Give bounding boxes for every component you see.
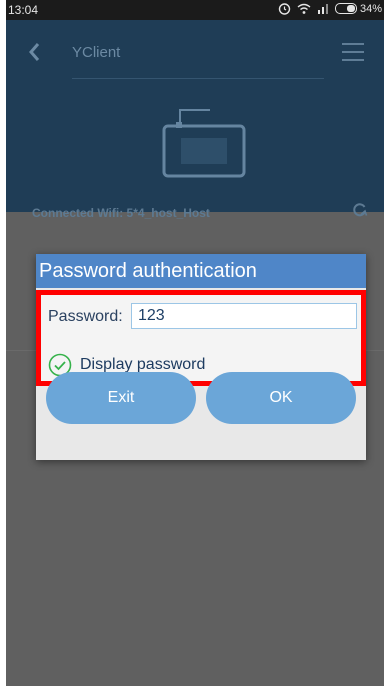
app-header: YClient xyxy=(6,20,384,90)
battery-indicator: 34% xyxy=(334,2,382,15)
battery-percent: 34% xyxy=(359,2,382,15)
status-time: 13:04 xyxy=(8,3,39,17)
ok-button[interactable]: OK xyxy=(206,372,356,424)
wifi-icon xyxy=(297,3,311,14)
menu-icon[interactable] xyxy=(342,43,364,61)
password-input[interactable] xyxy=(131,303,357,329)
status-bar: 13:04 34% xyxy=(6,0,384,20)
tablet-device-icon xyxy=(162,109,246,178)
connected-wifi-label: Connected Wifi: 5*4_host_Host xyxy=(32,206,210,220)
status-icons: 34% xyxy=(278,2,382,15)
battery-icon xyxy=(334,3,357,14)
device-panel: Connected Wifi: 5*4_host_Host xyxy=(6,90,384,220)
dialog-title: Password authentication xyxy=(36,254,366,288)
password-label: Password: xyxy=(48,308,123,325)
back-arrow-icon[interactable] xyxy=(28,42,40,62)
exit-button[interactable]: Exit xyxy=(46,372,196,424)
alarm-icon xyxy=(278,3,291,15)
signal-icon xyxy=(317,4,328,14)
title-underline xyxy=(72,78,324,79)
phone-screen: 13:04 34% YClient Connected Wifi: 5*4_ho… xyxy=(6,0,384,686)
refresh-icon[interactable] xyxy=(352,202,368,218)
app-title: YClient xyxy=(72,44,121,61)
password-dialog: Password authentication Password: Displa… xyxy=(36,254,366,460)
